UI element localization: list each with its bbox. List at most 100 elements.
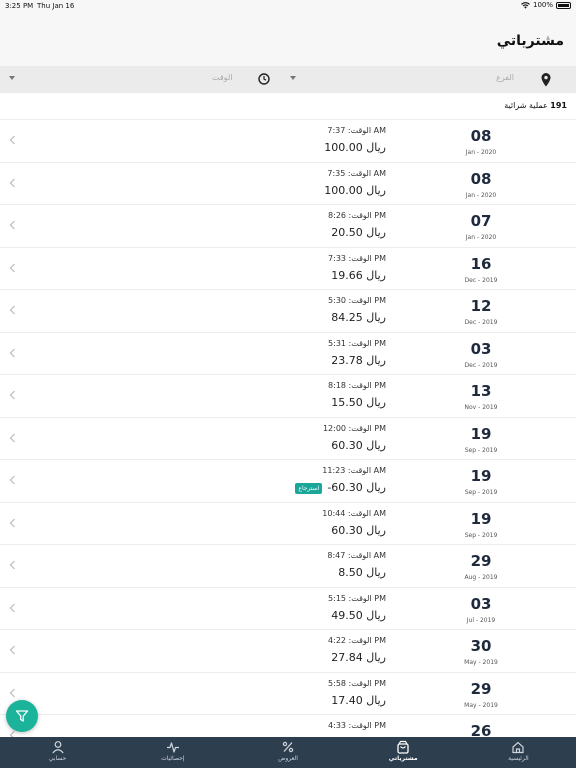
status-date: Thu Jan 16	[37, 2, 75, 10]
tab-label: إحصائيات	[161, 755, 185, 762]
chevron-left-icon[interactable]	[9, 178, 16, 188]
purchase-row[interactable]: 19 Sep - 2019 الوقت: 11:23 AM -60.30 ريا…	[0, 460, 576, 503]
amount-value: 49.50	[331, 608, 363, 622]
time-select[interactable]: الوقت	[212, 73, 232, 82]
purchase-row[interactable]: 29 Aug - 2019 الوقت: 8:47 AM 8.50 ريال	[0, 545, 576, 588]
purchase-count-row: 191 عملية شرائية	[0, 93, 576, 120]
purchase-month: May - 2019	[464, 659, 498, 666]
purchase-count-number: 191	[550, 101, 567, 110]
header: مشترياتي	[0, 13, 576, 66]
tab-label: حسابي	[48, 755, 67, 762]
amount-value: 84.25	[331, 311, 363, 324]
purchase-day: 03	[470, 594, 492, 613]
purchase-time: الوقت: 5:31 PM	[328, 339, 386, 348]
purchase-time: الوقت: 12:00 PM	[323, 424, 386, 433]
purchase-count: 191 عملية شرائية	[504, 101, 567, 110]
chevron-left-icon[interactable]	[9, 348, 16, 358]
status-time: 3:25 PM	[5, 2, 34, 10]
purchase-month: May - 2019	[464, 701, 498, 709]
purchase-row[interactable]: 16 Dec - 2019 الوقت: 7:33 PM 19.66 ريال	[0, 247, 576, 290]
purchase-row[interactable]: 19 Sep - 2019 الوقت: 10:44 AM 60.30 ريال	[0, 502, 576, 545]
amount-value: 19.66	[331, 268, 363, 282]
currency-label: ريال	[366, 268, 386, 282]
purchase-time: الوقت: 8:18 PM	[328, 381, 386, 390]
purchase-time: الوقت: 10:44 AM	[322, 509, 386, 518]
time-prefix: الوقت:	[347, 466, 372, 475]
purchase-row[interactable]: 13 Nov - 2019 الوقت: 8:18 PM 15.50 ريال	[0, 375, 576, 418]
time-prefix: الوقت:	[348, 211, 372, 220]
purchase-row[interactable]: 03 Dec - 2019 الوقت: 5:31 PM 23.78 ريال	[0, 332, 576, 375]
purchase-month: Nov - 2019	[464, 404, 498, 411]
tab-percent[interactable]: العروض	[230, 737, 345, 768]
purchase-month: Sep - 2019	[464, 489, 498, 496]
purchase-amount: 23.78 ريال	[331, 354, 386, 367]
purchase-day: 19	[470, 424, 492, 443]
chevron-left-icon[interactable]	[9, 560, 16, 570]
purchase-row[interactable]: 26 الوقت: 4:33 PM	[0, 715, 576, 737]
purchase-time: الوقت: 5:15 PM	[328, 594, 386, 603]
chevron-left-icon[interactable]	[9, 475, 16, 485]
tab-bag[interactable]: مشترياتي	[346, 737, 461, 768]
tab-label: مشترياتي	[388, 755, 418, 762]
amount-value: 100.00	[324, 141, 363, 154]
purchase-time: الوقت: 5:58 PM	[328, 679, 386, 688]
chevron-left-icon[interactable]	[9, 220, 16, 230]
purchase-time: الوقت: 7:33 PM	[328, 254, 386, 263]
chevron-left-icon[interactable]	[9, 688, 16, 698]
branch-select[interactable]: الفرع	[496, 73, 514, 82]
purchase-row[interactable]: 08 Jan - 2020 الوقت: 7:37 AM 100.00 ريال	[0, 120, 576, 163]
chevron-left-icon[interactable]	[9, 518, 16, 528]
purchase-day: 30	[470, 637, 492, 655]
chevron-left-icon[interactable]	[9, 603, 16, 613]
chevron-left-icon[interactable]	[9, 390, 16, 400]
purchase-row[interactable]: 03 Jul - 2019 الوقت: 5:15 PM 49.50 ريال	[0, 587, 576, 630]
branch-chevron-down-icon[interactable]	[290, 76, 296, 80]
time-prefix: الوقت:	[347, 508, 372, 518]
purchase-month: Sep - 2019	[464, 531, 498, 539]
battery-icon	[556, 1, 571, 9]
time-prefix: الوقت:	[347, 126, 372, 135]
percent-icon	[282, 741, 294, 753]
purchase-amount: 8.50 ريال	[338, 566, 386, 579]
tab-home[interactable]: الرئيسية	[461, 737, 576, 768]
tab-user[interactable]: حسابي	[0, 737, 115, 768]
amount-value: 100.00	[324, 183, 363, 197]
purchase-month: Dec - 2019	[464, 319, 498, 326]
refund-badge: استرجاع	[295, 483, 323, 494]
chevron-left-icon[interactable]	[9, 263, 16, 273]
time-chevron-down-icon[interactable]	[9, 76, 15, 80]
bag-icon	[397, 740, 409, 754]
chevron-left-icon[interactable]	[9, 433, 16, 443]
purchase-row[interactable]: 29 May - 2019 الوقت: 5:58 PM 17.40 ريال	[0, 672, 576, 715]
currency-label: ريال	[366, 396, 386, 409]
location-pin-icon	[541, 73, 551, 87]
purchase-list: 08 Jan - 2020 الوقت: 7:37 AM 100.00 ريال…	[0, 120, 576, 737]
purchase-row[interactable]: 07 Jan - 2020 الوقت: 8:26 PM 20.50 ريال	[0, 205, 576, 248]
purchase-amount: -60.30 ريال	[327, 481, 386, 494]
purchase-day: 07	[470, 212, 492, 230]
purchase-row[interactable]: 30 May - 2019 الوقت: 4:22 PM 27.84 ريال	[0, 630, 576, 673]
status-right: 100%	[521, 1, 571, 9]
chevron-left-icon[interactable]	[9, 645, 16, 655]
amount-value: 60.30	[331, 438, 363, 452]
purchase-row[interactable]: 12 Dec - 2019 الوقت: 5:30 PM 84.25 ريال	[0, 290, 576, 333]
filter-fab-button[interactable]	[6, 700, 38, 732]
purchase-day: 16	[470, 254, 492, 273]
purchase-day: 19	[470, 467, 492, 485]
purchase-month: Dec - 2019	[464, 361, 498, 369]
time-prefix: الوقت:	[348, 678, 372, 688]
amount-value: 17.40	[331, 693, 363, 707]
chevron-left-icon[interactable]	[9, 730, 16, 737]
purchase-row[interactable]: 19 Sep - 2019 الوقت: 12:00 PM 60.30 ريال	[0, 417, 576, 460]
chevron-left-icon[interactable]	[9, 135, 16, 145]
time-prefix: الوقت:	[348, 381, 372, 390]
purchase-row[interactable]: 08 Jan - 2020 الوقت: 7:35 AM 100.00 ريال	[0, 162, 576, 205]
purchase-count-label: عملية شرائية	[504, 101, 548, 110]
chevron-left-icon[interactable]	[9, 305, 16, 315]
tab-pulse[interactable]: إحصائيات	[115, 737, 230, 768]
purchase-time: الوقت: 7:37 AM	[327, 126, 386, 135]
time-prefix: الوقت:	[348, 721, 372, 730]
time-prefix: الوقت:	[348, 338, 372, 348]
purchase-day: 08	[470, 169, 492, 188]
battery-percent: 100%	[532, 1, 553, 9]
